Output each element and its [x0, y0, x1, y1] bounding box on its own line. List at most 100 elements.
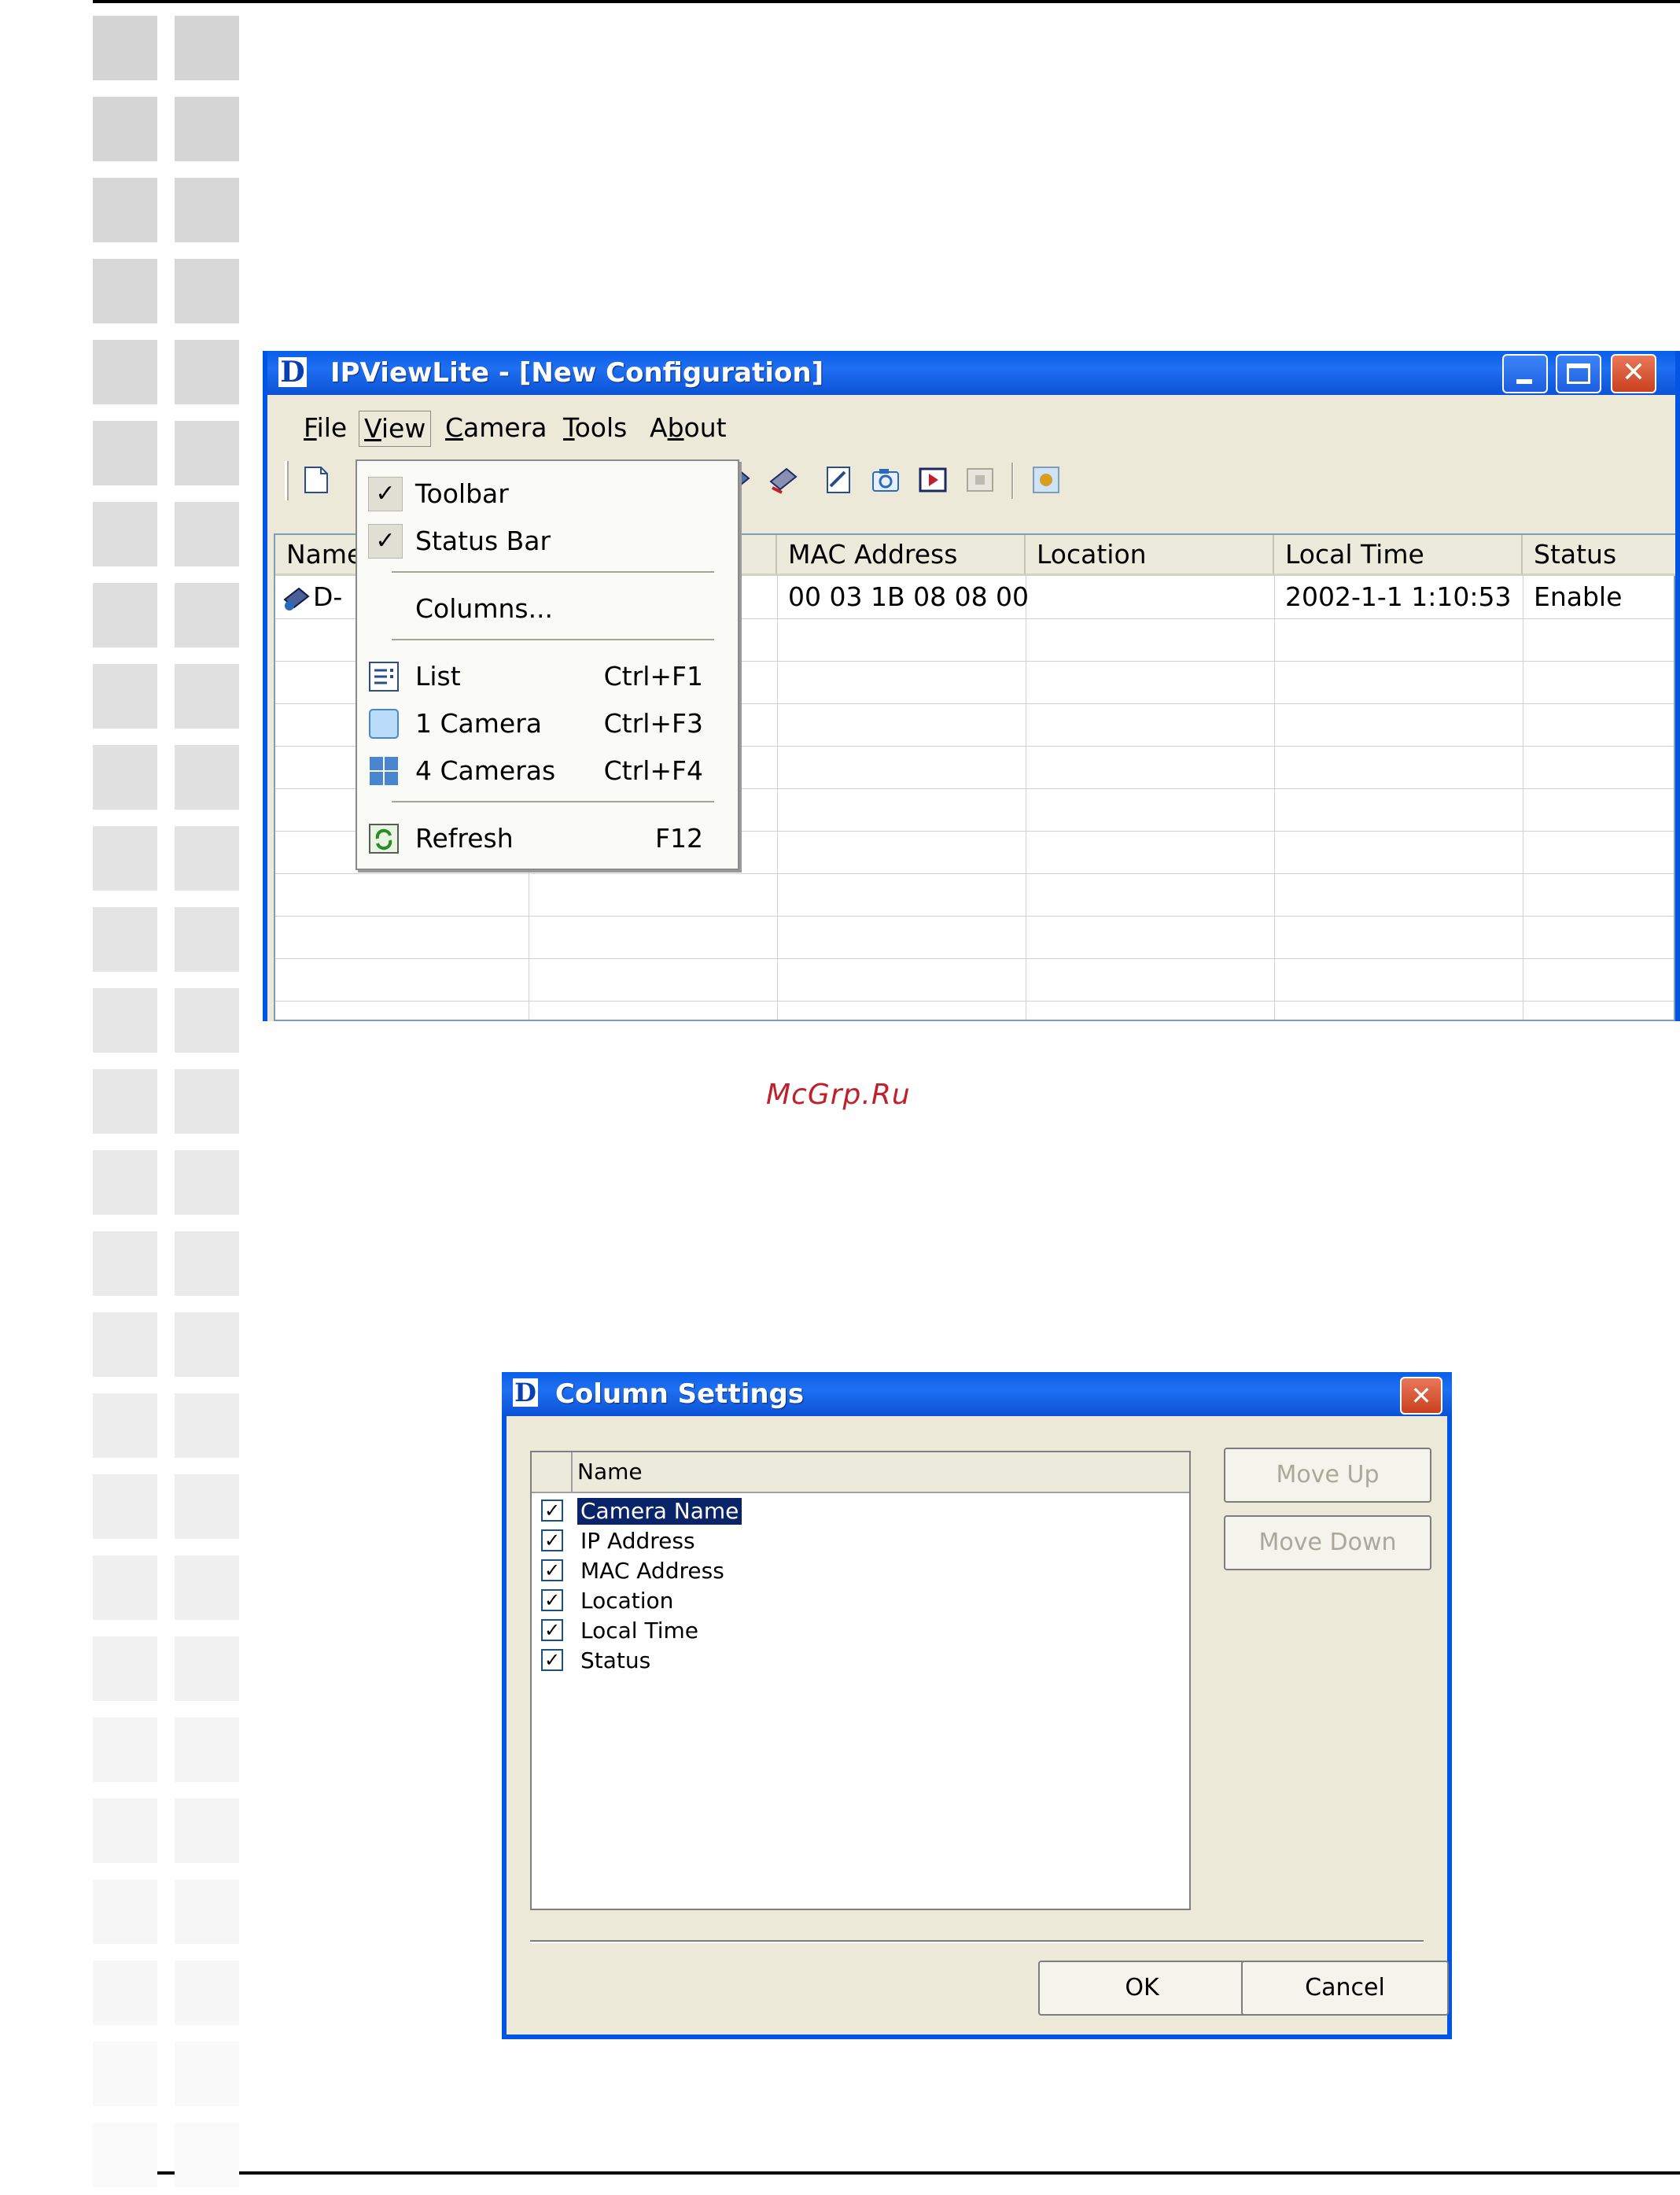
menu-bar: File View Camera Tools About — [267, 411, 1675, 447]
table-row[interactable] — [275, 958, 1674, 1002]
bottom-rule — [93, 2171, 1680, 2175]
cell-status: Enable — [1534, 581, 1623, 612]
move-down-button[interactable]: Move Down — [1224, 1515, 1431, 1570]
list-item[interactable]: ✓ Status — [532, 1646, 1189, 1676]
sidebar-square — [175, 259, 239, 323]
snapshot-icon[interactable] — [868, 463, 903, 497]
menu-item-shortcut: Ctrl+F1 — [603, 661, 703, 692]
sidebar-square — [175, 988, 239, 1053]
sidebar-square — [175, 1880, 239, 1944]
list-item[interactable]: ✓ Local Time — [532, 1616, 1189, 1646]
menu-item-status-bar[interactable]: ✓ Status Bar — [357, 519, 738, 563]
sidebar-square — [93, 1069, 157, 1134]
menu-item-shortcut: F12 — [655, 823, 703, 854]
column-header-local-time[interactable]: Local Time — [1274, 535, 1523, 576]
camera-remove-icon[interactable] — [766, 463, 801, 497]
dialog-title-bar[interactable]: D Column Settings ✕ — [502, 1372, 1452, 1416]
menu-item-refresh[interactable]: Refresh F12 — [357, 817, 738, 861]
sidebar-square — [93, 340, 157, 404]
column-header-mac[interactable]: MAC Address — [777, 535, 1026, 576]
stop-icon[interactable] — [963, 463, 997, 497]
menu-file[interactable]: File — [304, 414, 347, 442]
record-icon[interactable] — [916, 463, 950, 497]
menu-item-label: Toolbar — [415, 478, 509, 509]
checkbox[interactable]: ✓ — [541, 1529, 563, 1551]
window-title: IPViewLite - [New Configuration] — [330, 357, 824, 389]
sidebar-square — [93, 1555, 157, 1620]
column-checklist[interactable]: Name ✓ Camera Name ✓ IP Address ✓ MAC Ad… — [530, 1451, 1191, 1910]
close-button[interactable]: ✕ — [1611, 354, 1656, 393]
dialog-close-button[interactable]: ✕ — [1400, 1377, 1442, 1415]
sidebar-square — [93, 1717, 157, 1782]
new-config-icon[interactable] — [299, 463, 333, 497]
list-item[interactable]: ✓ IP Address — [532, 1526, 1189, 1556]
sidebar-square — [93, 1474, 157, 1539]
menu-item-4-cameras[interactable]: 4 Cameras Ctrl+F4 — [357, 749, 738, 793]
sidebar-square — [175, 421, 239, 485]
column-settings-dialog: D Column Settings ✕ Name ✓ Camera Name ✓… — [502, 1372, 1452, 2039]
properties-icon[interactable] — [821, 463, 856, 497]
menu-view[interactable]: View — [359, 411, 432, 447]
menu-item-toolbar[interactable]: ✓ Toolbar — [357, 472, 738, 516]
sidebar-square — [93, 1231, 157, 1296]
list-item[interactable]: ✓ Camera Name — [532, 1496, 1189, 1526]
menu-camera[interactable]: Camera — [445, 414, 547, 442]
sidebar-square — [175, 1069, 239, 1134]
dialog-title: Column Settings — [555, 1378, 805, 1410]
sidebar-square — [175, 583, 239, 647]
ok-button[interactable]: OK — [1038, 1961, 1246, 2016]
menu-item-label: 1 Camera — [415, 708, 542, 739]
sidebar-square — [175, 664, 239, 729]
column-header-status[interactable]: Status — [1523, 535, 1675, 576]
sidebar-square — [175, 1474, 239, 1539]
cell-local-time: 2002-1-1 1:10:53 — [1285, 581, 1512, 612]
minimize-icon — [1516, 379, 1532, 384]
menu-item-1-camera[interactable]: 1 Camera Ctrl+F3 — [357, 702, 738, 746]
menu-item-shortcut: Ctrl+F3 — [603, 708, 703, 739]
sidebar-square — [93, 2123, 157, 2187]
sidebar-square — [175, 178, 239, 242]
sidebar-square — [175, 1717, 239, 1782]
list-item[interactable]: ✓ MAC Address — [532, 1556, 1189, 1586]
column-header-location[interactable]: Location — [1026, 535, 1274, 576]
sidebar-square — [175, 907, 239, 972]
cancel-button[interactable]: Cancel — [1241, 1961, 1449, 2016]
table-row[interactable] — [275, 873, 1674, 917]
menu-item-columns[interactable]: Columns... — [357, 587, 738, 631]
checkbox[interactable]: ✓ — [541, 1649, 563, 1671]
name-column-header[interactable]: Name — [573, 1452, 1189, 1493]
menu-item-label: 4 Cameras — [415, 755, 556, 786]
maximize-icon — [1567, 363, 1590, 384]
refresh-icon — [369, 824, 399, 854]
list-item[interactable]: ✓ Location — [532, 1586, 1189, 1616]
list-item-label: MAC Address — [580, 1558, 724, 1584]
sidebar-square — [175, 502, 239, 566]
cell-mac: 00 03 1B 08 08 00 — [788, 581, 1030, 612]
maximize-button[interactable] — [1556, 354, 1601, 393]
sidebar-square — [175, 1636, 239, 1701]
checkbox[interactable]: ✓ — [541, 1559, 563, 1581]
sidebar-square — [175, 826, 239, 891]
title-bar[interactable]: D IPViewLite - [New Configuration] ✕ — [267, 351, 1675, 395]
menu-item-label: Columns... — [415, 593, 554, 624]
sidebar-square — [93, 907, 157, 972]
menu-item-label: Status Bar — [415, 526, 551, 556]
table-row[interactable] — [275, 916, 1674, 959]
menu-item-list[interactable]: List Ctrl+F1 — [357, 655, 738, 699]
sidebar-square — [175, 16, 239, 80]
settings-icon[interactable] — [1029, 463, 1063, 497]
checkbox-column-header[interactable] — [532, 1452, 573, 1493]
sidebar-square — [175, 340, 239, 404]
checkbox[interactable]: ✓ — [541, 1619, 563, 1641]
minimize-button[interactable] — [1502, 354, 1548, 393]
menu-tools[interactable]: Tools — [563, 414, 627, 442]
checkbox[interactable]: ✓ — [541, 1589, 563, 1611]
list-item-label: Location — [580, 1588, 674, 1614]
sidebar-square — [93, 1961, 157, 2025]
sidebar-square — [175, 1798, 239, 1863]
move-up-button[interactable]: Move Up — [1224, 1448, 1431, 1503]
checkbox[interactable]: ✓ — [541, 1500, 563, 1522]
single-camera-view-icon — [369, 709, 399, 739]
sidebar-square — [93, 583, 157, 647]
menu-about[interactable]: About — [650, 414, 727, 442]
